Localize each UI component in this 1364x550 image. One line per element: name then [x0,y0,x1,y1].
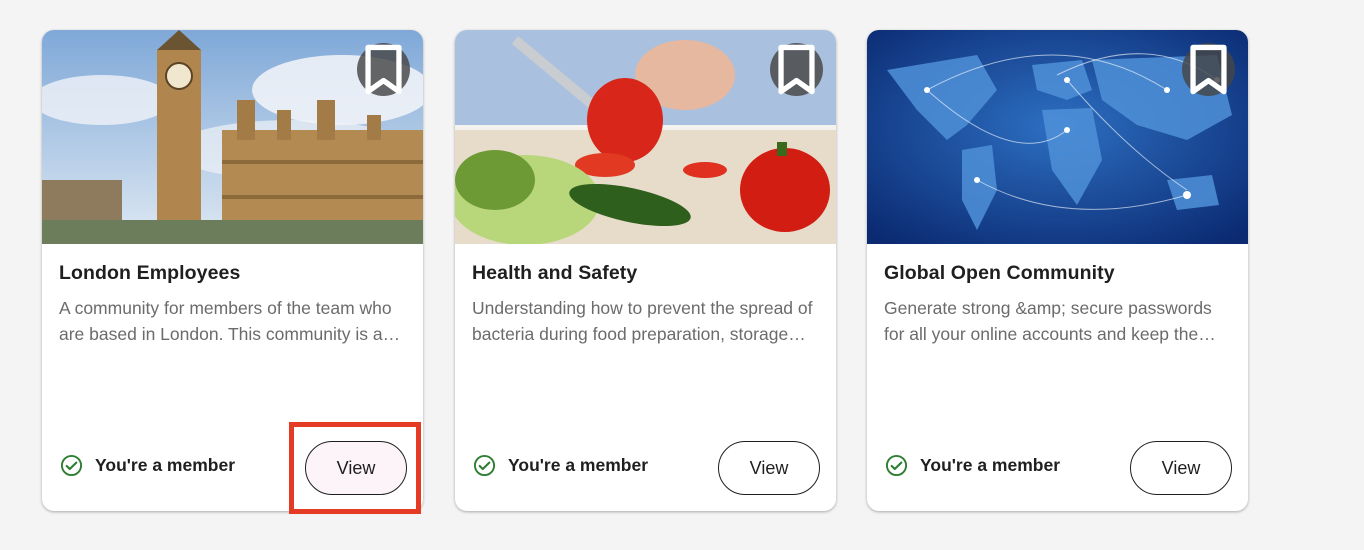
membership-status-label: You're a member [920,455,1060,475]
community-grid: London Employees A community for members… [0,0,1364,550]
bookmark-button[interactable] [770,43,823,96]
check-circle-icon [473,454,496,477]
card-description: A community for members of the team who … [59,298,392,344]
bookmark-button[interactable] [1182,43,1235,96]
community-card-health-safety[interactable]: Health and Safety Understanding how to p… [455,30,836,511]
bookmark-icon [365,44,402,95]
membership-status-label: You're a member [508,455,648,475]
check-circle-icon [60,454,83,477]
bookmark-icon [778,44,815,95]
view-button[interactable]: View [1130,441,1232,495]
card-description: Generate strong &amp; secure passwords f… [884,298,1213,344]
community-card-global-open[interactable]: Global Open Community Generate strong &a… [867,30,1248,511]
card-image [455,30,836,244]
focus-highlight [289,422,421,514]
card-title: London Employees [59,262,241,284]
membership-status: You're a member [60,454,235,477]
card-title: Health and Safety [472,262,638,284]
check-circle-icon [885,454,908,477]
card-description: Understanding how to prevent the spread … [472,298,813,344]
view-button[interactable]: View [718,441,820,495]
card-title: Global Open Community [884,262,1115,284]
membership-status: You're a member [885,454,1060,477]
membership-status: You're a member [473,454,648,477]
card-image [42,30,423,244]
bookmark-button[interactable] [357,43,410,96]
bookmark-icon [1190,44,1227,95]
card-image [867,30,1248,244]
membership-status-label: You're a member [95,455,235,475]
